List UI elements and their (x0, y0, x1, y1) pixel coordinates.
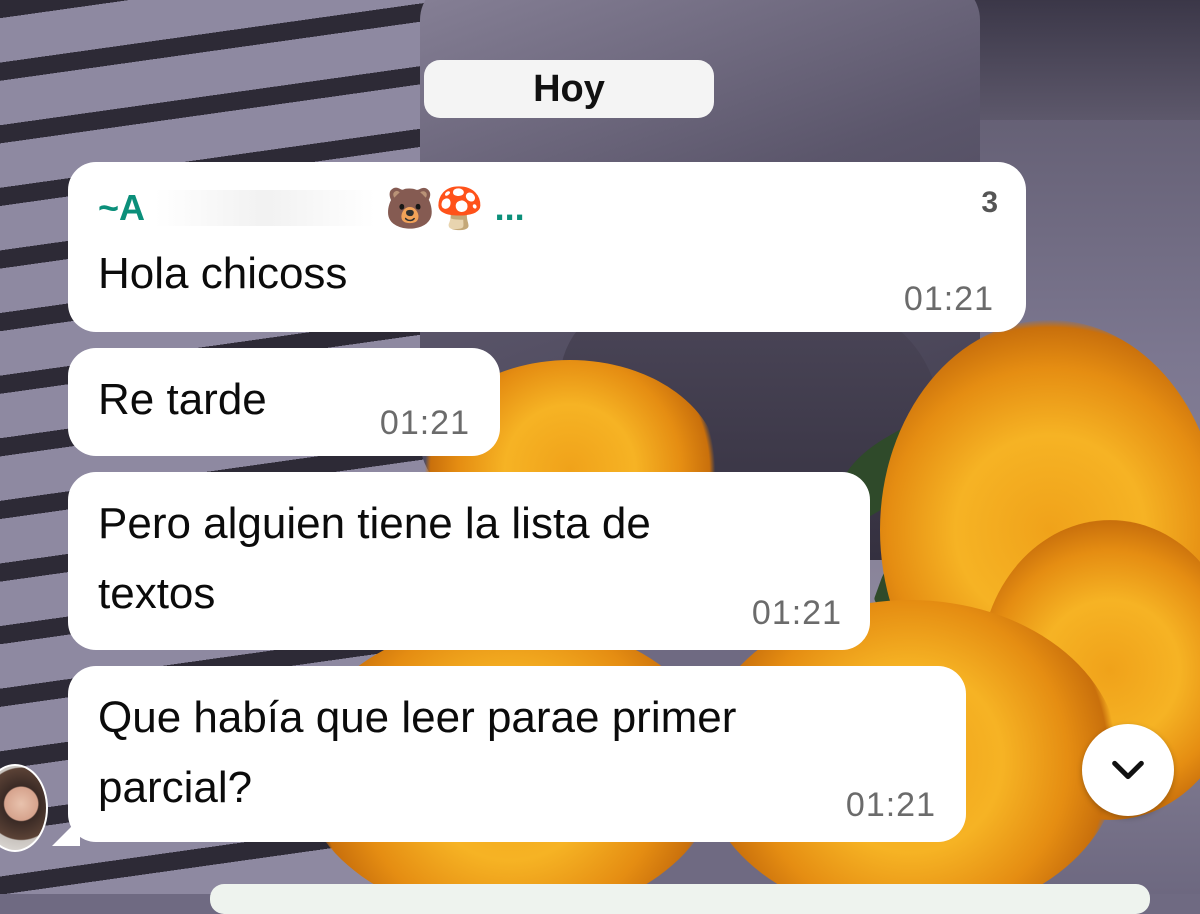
sender-ellipsis: ... (494, 187, 525, 228)
message-text-line: textos (98, 569, 216, 618)
message-text: Hola chicoss (98, 249, 348, 298)
sender-emojis: 🐻🍄 (385, 186, 485, 231)
message-time: 01:21 (903, 280, 994, 318)
redacted-name (155, 190, 376, 226)
message-text-line: Que había que leer parae primer (98, 693, 737, 742)
message-bubble[interactable]: Re tarde 01:21 (68, 348, 500, 456)
message-text: Re tarde (98, 375, 267, 424)
chevron-down-icon (1112, 760, 1144, 780)
sender-name-suffix: 3 (981, 186, 998, 219)
scroll-to-bottom-button[interactable] (1082, 724, 1174, 816)
message-bubble[interactable]: ~A 🐻🍄 ... 3 Hola chicoss 01:21 (68, 162, 1026, 332)
date-separator: Hoy (424, 60, 714, 118)
composer-bar-edge (210, 884, 1150, 914)
message-bubble[interactable]: Que había que leer parae primer parcial?… (68, 666, 966, 842)
sender-name-prefix: ~A (98, 187, 146, 228)
bubble-tail (52, 818, 80, 846)
message-bubble[interactable]: Pero alguien tiene la lista de textos 01… (68, 472, 870, 650)
message-time: 01:21 (379, 404, 470, 442)
message-text-line: Pero alguien tiene la lista de (98, 499, 651, 548)
message-time: 01:21 (845, 786, 936, 824)
sender-name[interactable]: ~A 🐻🍄 ... 3 (98, 180, 998, 236)
message-text-line: parcial? (98, 763, 253, 812)
message-time: 01:21 (751, 594, 842, 632)
